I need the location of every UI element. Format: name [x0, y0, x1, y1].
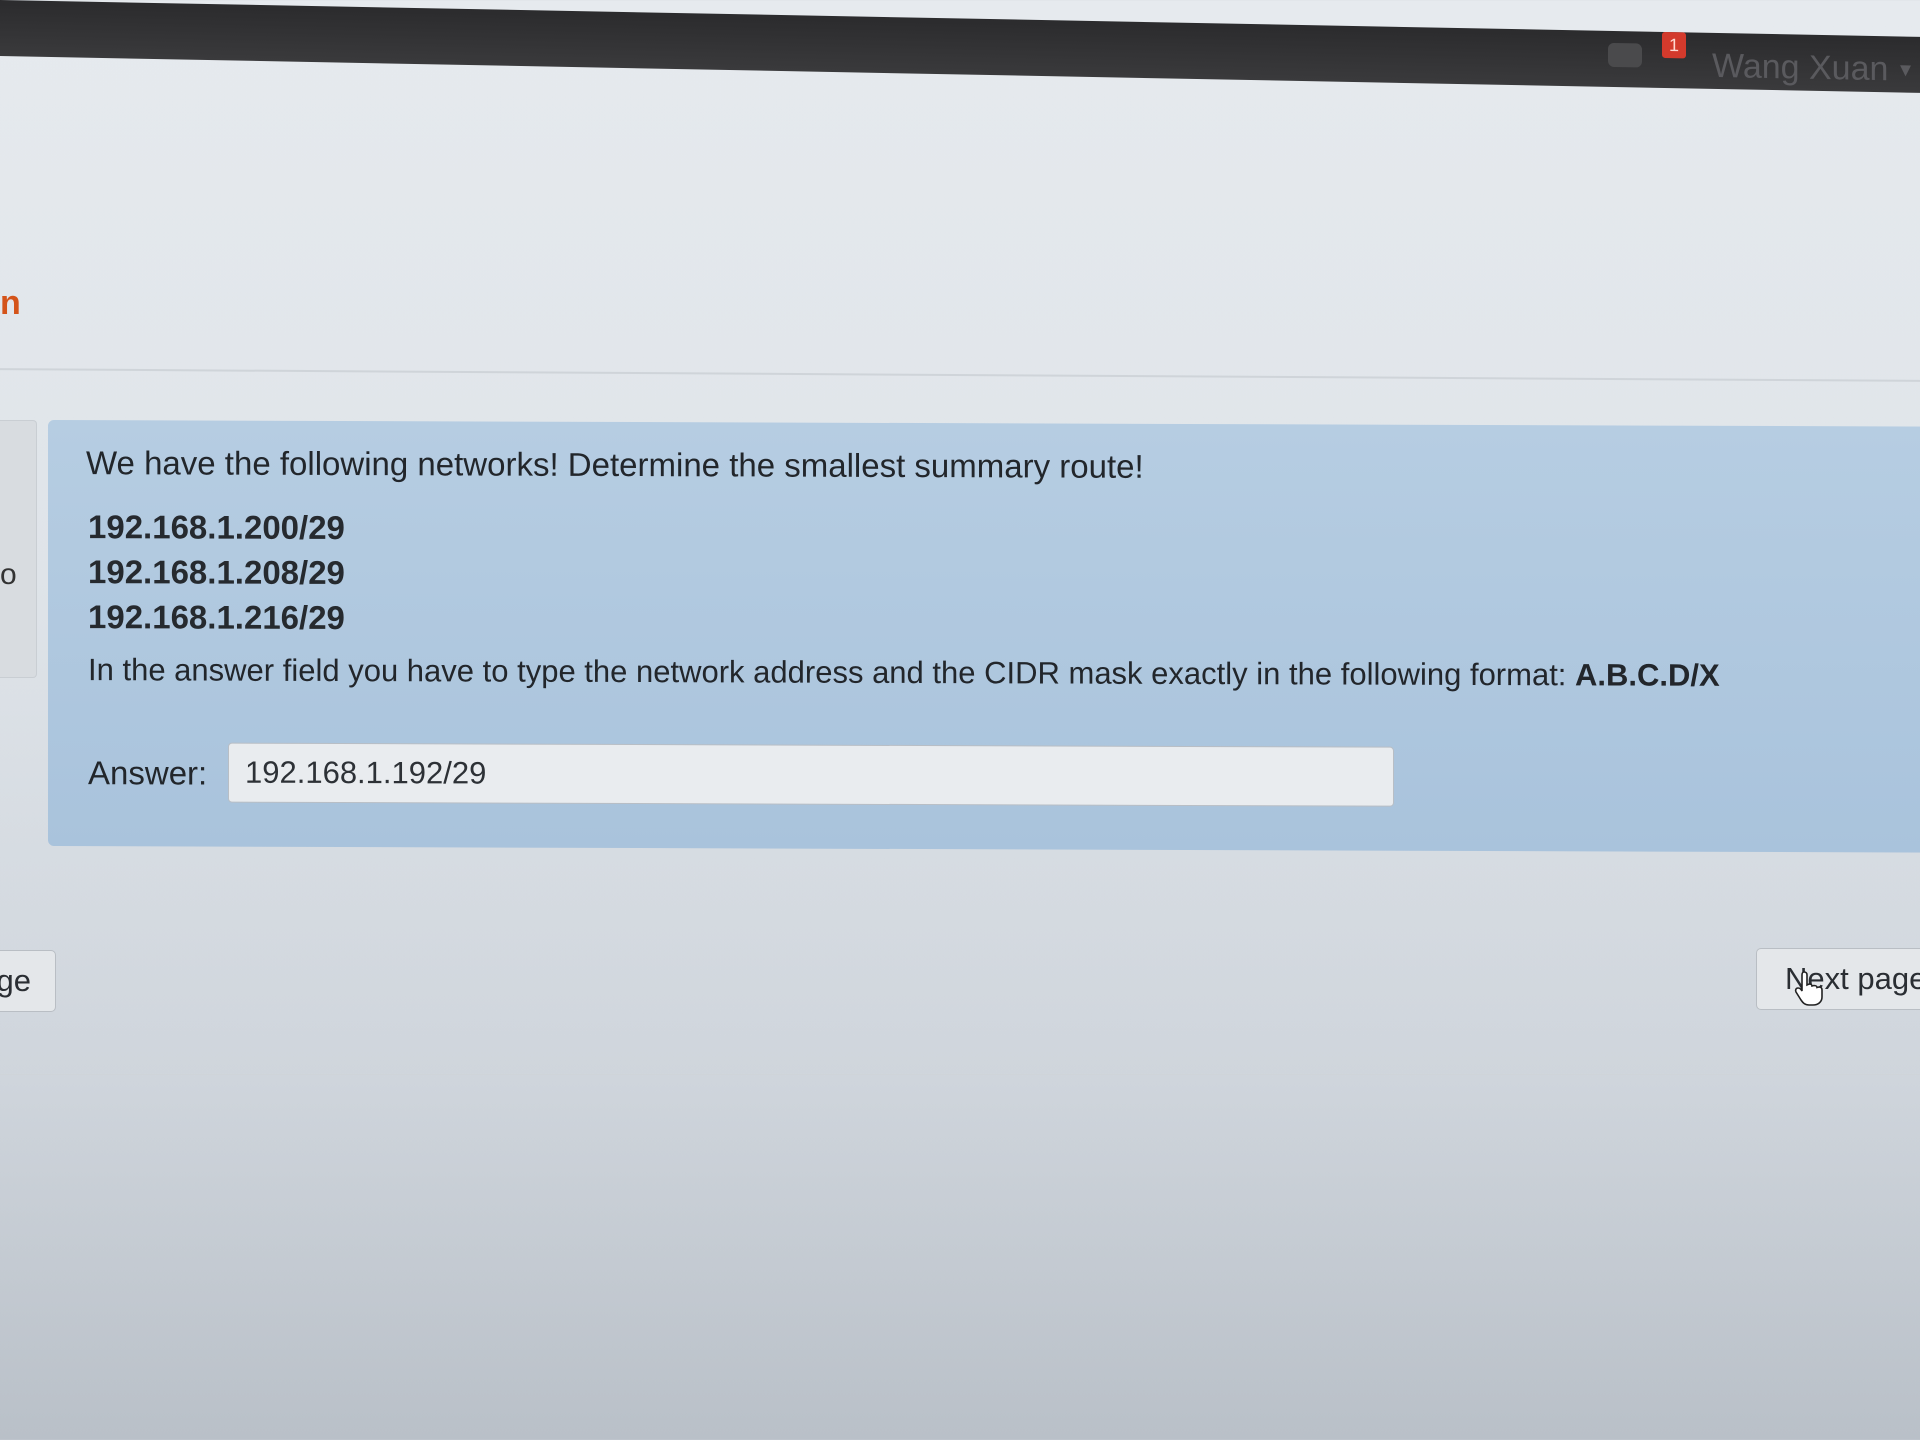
question-title: We have the following networks! Determin… [86, 444, 1144, 485]
notification-badge[interactable]: 1 [1662, 31, 1686, 59]
footer-divider [0, 1074, 1920, 1075]
chevron-down-icon[interactable]: ▾ [1900, 56, 1911, 82]
answer-input[interactable] [228, 742, 1394, 807]
network-item: 192.168.1.200/29 [88, 508, 345, 547]
user-name[interactable]: Wang Xuan [1712, 47, 1888, 89]
side-panel [0, 420, 37, 678]
network-item: 192.168.1.208/29 [88, 553, 345, 592]
question-box: We have the following networks! Determin… [48, 420, 1920, 853]
header-divider [0, 368, 1920, 382]
answer-label: Answer: [88, 754, 208, 792]
network-item: 192.168.1.216/29 [88, 598, 345, 637]
top-bar: 1 Wang Xuan ▾ [0, 0, 1920, 93]
network-list: 192.168.1.200/29 192.168.1.208/29 192.16… [88, 504, 345, 640]
chat-bubble-icon[interactable] [1608, 42, 1642, 68]
brand-fragment: n [0, 284, 21, 322]
side-panel-glyph: o [0, 558, 17, 591]
previous-page-button[interactable]: ge [0, 950, 56, 1012]
next-page-button[interactable]: Next page [1756, 948, 1920, 1010]
answer-instructions: In the answer field you have to type the… [88, 652, 1720, 694]
instructions-text: In the answer field you have to type the… [88, 652, 1567, 693]
answer-format: A.B.C.D/X [1575, 657, 1720, 693]
hand-cursor-icon [1794, 971, 1823, 1006]
